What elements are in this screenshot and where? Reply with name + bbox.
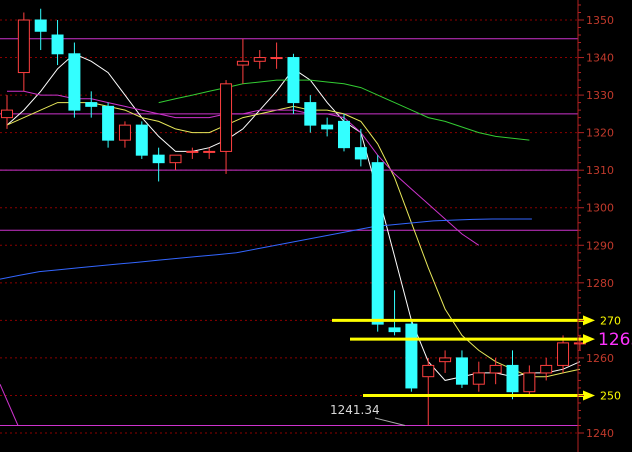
candle-body — [169, 154, 182, 164]
price-tick-label: 1320 — [586, 127, 614, 140]
low-price-label: 1241.34 — [330, 403, 380, 417]
candle-body — [17, 19, 30, 74]
candle-body — [135, 124, 148, 156]
price-tick-label: 1350 — [586, 14, 614, 27]
price-tick-label: 1300 — [586, 202, 614, 215]
candle-body — [85, 102, 98, 107]
price-tick-label: 1330 — [586, 89, 614, 102]
candle-body — [1, 109, 13, 119]
candle-body — [34, 19, 47, 32]
moving-average-line — [0, 218, 532, 280]
candle-body — [270, 57, 283, 60]
candle-body — [354, 147, 367, 160]
price-arrow-head — [583, 334, 595, 345]
price-arrow-label: 1265 — [598, 330, 632, 350]
candle-body — [472, 372, 485, 385]
price-tick-label: 1340 — [586, 52, 614, 65]
price-tick-label: 1310 — [586, 164, 614, 177]
candle-body — [371, 162, 384, 325]
price-arrow-head — [583, 315, 595, 326]
candle-body — [388, 327, 401, 333]
candle-body — [287, 57, 300, 104]
moving-average-line — [6, 102, 581, 378]
candle-body — [304, 102, 317, 126]
candle-body — [405, 323, 418, 389]
candle-body — [51, 34, 64, 55]
price-arrow-head — [583, 390, 595, 401]
candle-body — [506, 364, 519, 393]
price-arrow-label: 250 — [600, 389, 621, 402]
candle-body — [523, 372, 536, 393]
candle-body — [321, 124, 334, 130]
candle-body — [455, 357, 468, 385]
trend-segment — [0, 383, 19, 426]
candle-body — [253, 57, 266, 62]
price-tick-label: 1290 — [586, 239, 614, 252]
candle-body — [422, 364, 435, 378]
candle-body — [152, 154, 165, 164]
low-label-leader — [374, 417, 406, 426]
candle-body — [203, 150, 216, 153]
candle-body — [557, 342, 570, 366]
moving-average-line — [7, 90, 480, 246]
candle-body — [338, 120, 350, 149]
candle-body — [439, 357, 452, 363]
candle-body — [220, 83, 233, 152]
price-tick-label: 1240 — [586, 427, 614, 440]
price-arrow-label: 270 — [600, 314, 621, 327]
candle-body — [489, 364, 502, 374]
candle-body — [68, 53, 81, 111]
candlestick-chart: 2701265250 13501340133013201310130012901… — [0, 0, 632, 452]
candle-body — [540, 364, 553, 374]
price-tick-label: 1260 — [586, 352, 614, 365]
candle-body — [236, 60, 249, 66]
candle-body — [118, 124, 131, 141]
price-tick-label: 1280 — [586, 277, 614, 290]
candle-body — [186, 150, 199, 153]
candle-body — [102, 105, 115, 141]
price-axis: 1350 1340 1330 1320 1310 1300 1290 1280 1260 1240 — [577, 0, 614, 452]
